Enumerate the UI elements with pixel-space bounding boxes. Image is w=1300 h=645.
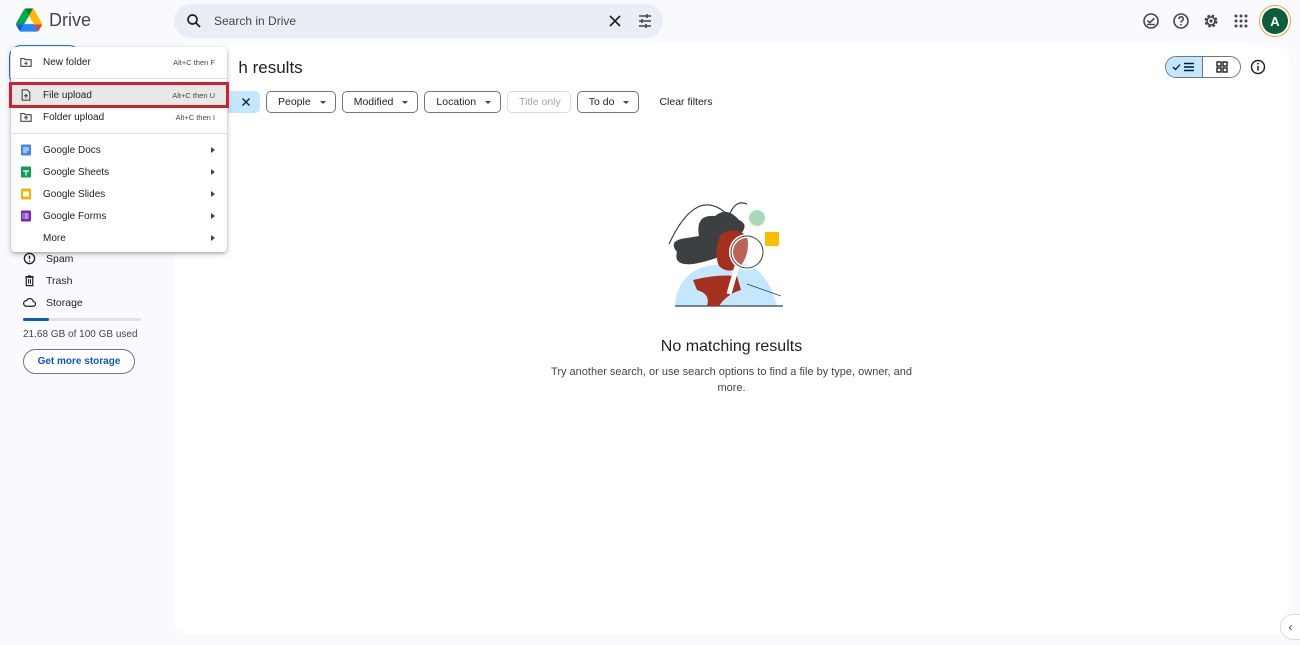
menu-item-google-forms[interactable]: Google Forms <box>11 205 227 227</box>
help-button[interactable] <box>1166 6 1196 36</box>
file-upload-icon <box>21 89 31 101</box>
sidebar-item-label: Storage <box>46 296 83 309</box>
title-only-filter-chip[interactable]: Title only <box>507 91 571 113</box>
submenu-arrow-icon <box>211 147 215 153</box>
settings-button[interactable] <box>1196 6 1226 36</box>
google-docs-icon <box>21 144 31 156</box>
people-filter-chip[interactable]: People <box>266 91 336 113</box>
menu-item-more[interactable]: More <box>11 227 227 249</box>
ready-for-offline-icon <box>1143 13 1159 29</box>
storage-usage-text: 21.68 GB of 100 GB used <box>23 329 138 340</box>
sidebar-item-label: Trash <box>46 274 73 287</box>
sidebar-item-label: Spam <box>46 252 74 265</box>
folder-upload-icon <box>20 113 32 122</box>
chevron-left-icon: ‹ <box>1288 620 1293 634</box>
view-toggle <box>1165 56 1241 78</box>
app-name: Drive <box>49 9 92 30</box>
list-view-button[interactable] <box>1166 57 1203 77</box>
menu-divider <box>11 133 227 134</box>
apps-button[interactable] <box>1226 6 1256 36</box>
filter-chips: People Modified Location Title only To d… <box>192 91 713 113</box>
submenu-arrow-icon <box>211 191 215 197</box>
menu-item-file-upload[interactable]: File upload Alt+C then U <box>9 82 229 108</box>
close-icon <box>242 98 250 106</box>
info-icon[interactable] <box>1249 58 1267 76</box>
empty-state-description: Try another search, or use search option… <box>551 366 912 394</box>
google-forms-icon <box>21 210 31 222</box>
clear-search-button[interactable] <box>603 9 627 33</box>
storage-usage-bar <box>23 318 141 321</box>
spam-icon <box>23 252 36 265</box>
storage-usage-fill <box>23 318 49 321</box>
caret-down-icon <box>402 100 409 104</box>
close-icon <box>609 15 621 27</box>
account-avatar[interactable]: A <box>1262 8 1288 34</box>
google-sheets-icon <box>21 166 31 178</box>
menu-item-google-docs[interactable]: Google Docs <box>11 139 227 161</box>
search-icon[interactable] <box>185 12 203 30</box>
location-filter-chip[interactable]: Location <box>424 91 502 113</box>
menu-item-google-sheets[interactable]: Google Sheets <box>11 161 227 183</box>
apps-grid-icon <box>1234 14 1248 28</box>
empty-state-title: No matching results <box>660 338 803 355</box>
cloud-icon <box>23 298 36 307</box>
drive-logo[interactable]: Drive <box>16 8 91 32</box>
submenu-arrow-icon <box>211 235 215 241</box>
caret-down-icon <box>485 100 492 104</box>
drive-logo-icon <box>16 8 42 32</box>
search-options-button[interactable] <box>633 9 657 33</box>
menu-item-new-folder[interactable]: New folder Alt+C then F <box>11 51 227 73</box>
list-view-icon <box>1172 62 1194 72</box>
tune-icon <box>639 14 651 28</box>
grid-view-icon <box>1215 61 1228 73</box>
grid-view-button[interactable] <box>1203 57 1240 77</box>
sidebar-item-storage[interactable]: Storage <box>23 296 83 309</box>
settings-icon <box>1204 14 1218 28</box>
search-bar <box>174 4 663 38</box>
help-icon <box>1173 13 1189 29</box>
trash-icon <box>25 275 34 287</box>
main-panel: Search results People Modified Location … <box>174 44 1289 634</box>
caret-down-icon <box>319 100 326 104</box>
to-do-filter-chip[interactable]: To do <box>576 91 640 113</box>
menu-item-google-slides[interactable]: Google Slides <box>11 183 227 205</box>
get-more-storage-button[interactable]: Get more storage <box>23 349 135 374</box>
submenu-arrow-icon <box>211 213 215 219</box>
caret-down-icon <box>623 100 630 104</box>
search-input[interactable] <box>214 4 603 38</box>
new-folder-icon <box>20 58 32 67</box>
google-slides-icon <box>21 188 31 200</box>
sidebar-item-spam[interactable]: Spam <box>23 252 73 265</box>
ready-for-offline-button[interactable] <box>1136 6 1166 36</box>
type-filter-chip-clear[interactable] <box>228 91 260 113</box>
new-menu: New folder Alt+C then F File upload Alt+… <box>9 47 229 252</box>
sidebar-item-trash[interactable]: Trash <box>23 274 72 287</box>
menu-item-folder-upload[interactable]: Folder upload Alt+C then I <box>11 106 227 128</box>
menu-divider <box>11 78 227 79</box>
modified-filter-chip[interactable]: Modified <box>341 91 419 113</box>
empty-state: No matching results Try another search, … <box>174 194 1289 394</box>
collapse-side-panel-button[interactable]: ‹ <box>1280 614 1300 640</box>
clear-filters-button[interactable]: Clear filters <box>659 96 712 108</box>
no-results-illustration <box>667 202 783 307</box>
submenu-arrow-icon <box>211 169 215 175</box>
